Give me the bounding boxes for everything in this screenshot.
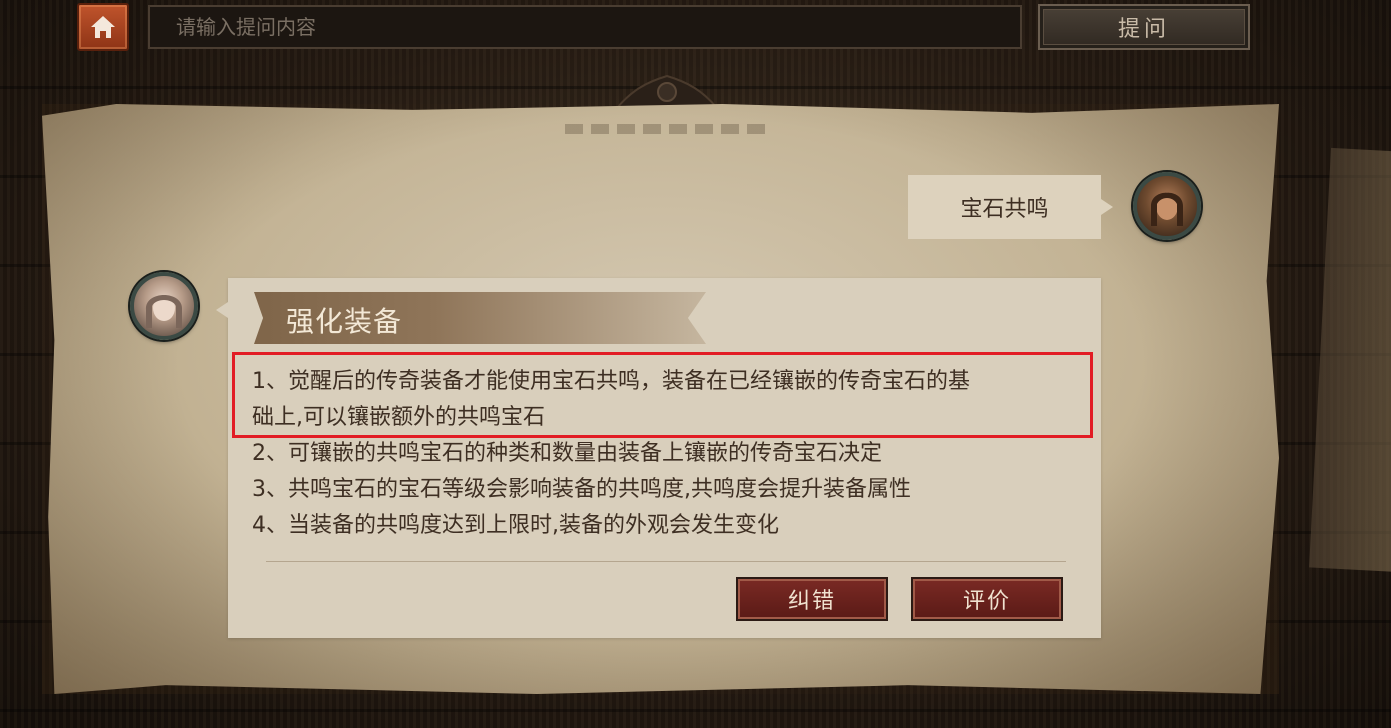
home-icon [91,16,115,38]
rate-button[interactable]: 评价 [911,577,1063,621]
answer-line: 4、当装备的共鸣度达到上限时,装备的外观会发生变化 [252,513,779,538]
correct-error-label: 纠错 [787,589,836,614]
correct-error-button[interactable]: 纠错 [736,577,888,621]
answer-line: 3、共鸣宝石的宝石等级会影响装备的共鸣度,共鸣度会提升装备属性 [252,477,911,502]
ask-button-label: 提问 [1117,17,1170,42]
skull-ornament-icon [614,74,720,109]
ask-button[interactable]: 提问 [1038,4,1250,50]
answer-line: 2、可镶嵌的共鸣宝石的种类和数量由装备上镶嵌的传奇宝石决定 [252,441,882,466]
faded-text-decoration [565,124,765,134]
answer-divider [266,561,1066,562]
user-avatar-icon [1133,172,1201,240]
top-bar: 提问 [0,0,1391,60]
search-field[interactable] [148,5,1022,49]
highlight-box [232,352,1093,438]
user-question-text: 宝石共鸣 [960,197,1049,222]
answer-card: 强化装备 1、觉醒后的传奇装备才能使用宝石共鸣，装备在已经镶嵌的传奇宝石的基 础… [216,278,1101,638]
rate-label: 评价 [962,589,1011,614]
search-input[interactable] [174,14,1020,40]
answer-title: 强化装备 [286,305,403,338]
user-question-bubble: 宝石共鸣 [908,175,1113,239]
home-button[interactable] [77,3,129,51]
assistant-avatar-icon [130,272,198,340]
